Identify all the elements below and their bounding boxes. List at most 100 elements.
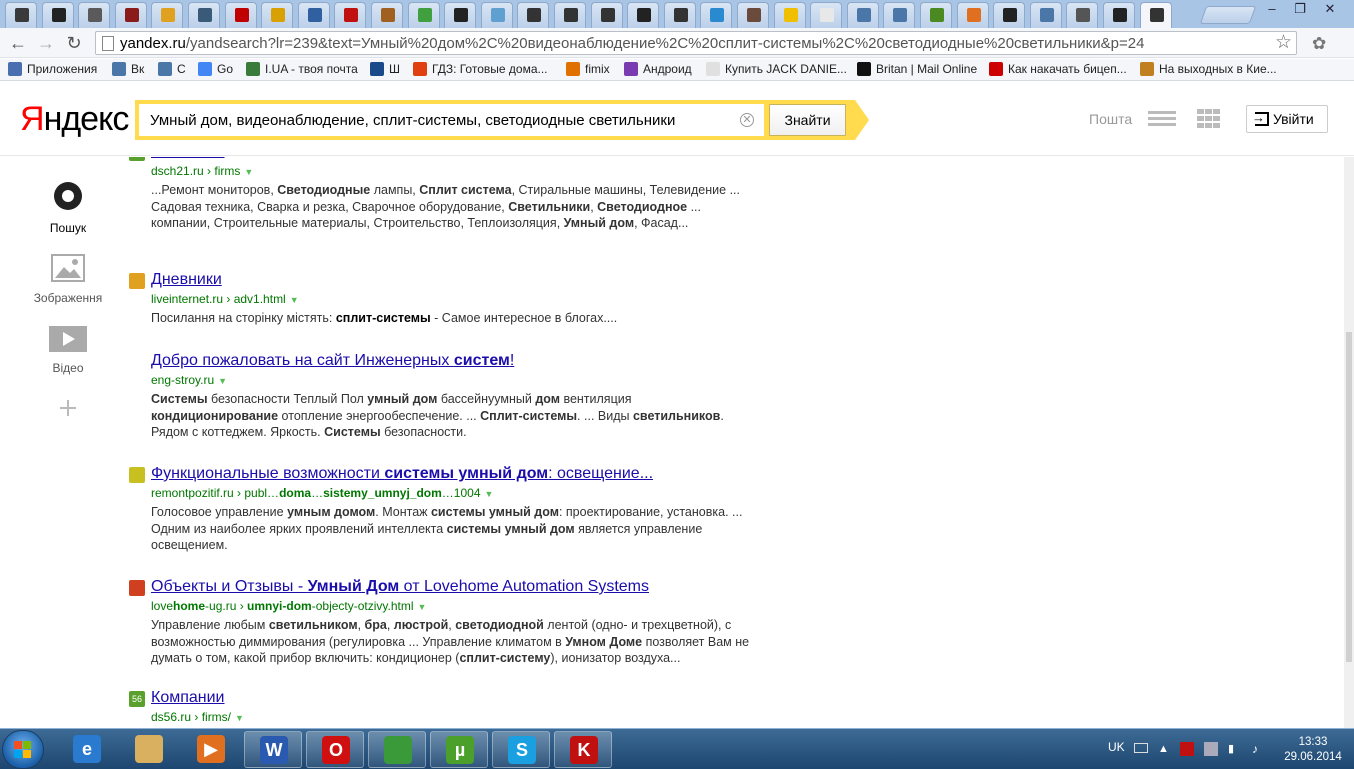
result-url[interactable]: remontpozitif.ru › publ…doma…sistemy_umn… xyxy=(151,486,493,500)
bookmark-item[interactable]: С xyxy=(158,62,186,78)
extension-icon[interactable]: ✿ xyxy=(1312,34,1330,53)
browser-tab[interactable] xyxy=(261,2,294,28)
browser-tab[interactable] xyxy=(554,2,586,28)
scrollbar[interactable] xyxy=(1344,157,1354,728)
taskbar-app-utorrent[interactable]: µ xyxy=(430,731,488,768)
url-dropdown-icon[interactable]: ▼ xyxy=(235,713,244,723)
browser-tab[interactable] xyxy=(224,2,257,28)
result-url[interactable]: lovehome-ug.ru › umnyi-dom-objecty-otziv… xyxy=(151,599,426,613)
bookmark-item[interactable]: Britan | Mail Online xyxy=(857,62,977,78)
browser-tab[interactable] xyxy=(627,2,660,28)
signal-bars-icon[interactable]: ▮ xyxy=(1228,742,1242,756)
maximize-icon[interactable]: ❐ xyxy=(1286,0,1314,20)
tray-arrow-icon[interactable]: ▲ xyxy=(1158,742,1172,756)
browser-tab[interactable] xyxy=(444,2,477,28)
result-title-link[interactable]: Функциональные возможности системы умный… xyxy=(151,465,653,483)
result-url[interactable]: ds56.ru › firms/▼ xyxy=(151,710,244,724)
taskbar-app-skype[interactable]: S xyxy=(492,731,550,768)
settings-sliders-icon[interactable] xyxy=(1148,108,1176,130)
browser-tab[interactable] xyxy=(1103,2,1135,28)
bookmark-item[interactable]: Андроид xyxy=(624,62,692,78)
close-icon[interactable]: ✕ xyxy=(1316,0,1344,20)
mail-link[interactable]: Пошта xyxy=(1089,111,1132,127)
bookmark-item[interactable]: Приложения xyxy=(8,62,97,78)
clock[interactable]: 13:33 29.06.2014 xyxy=(1283,735,1343,765)
browser-tab[interactable] xyxy=(737,2,769,28)
browser-tab[interactable] xyxy=(78,2,111,28)
antivirus-tray-icon[interactable] xyxy=(1180,742,1194,756)
browser-tab[interactable] xyxy=(1139,2,1172,28)
browser-tab[interactable] xyxy=(114,2,147,28)
bookmark-item[interactable]: I.UA - твоя почта xyxy=(246,62,358,78)
browser-tab[interactable] xyxy=(700,2,733,28)
forward-arrow-icon[interactable]: → xyxy=(34,32,58,54)
apps-grid-icon[interactable] xyxy=(1197,109,1223,129)
bookmark-item[interactable]: Go xyxy=(198,62,233,78)
browser-tab[interactable] xyxy=(1066,2,1099,28)
search-button[interactable]: Знайти xyxy=(769,104,846,136)
taskbar-app-ie[interactable]: e xyxy=(58,731,116,768)
browser-tab[interactable] xyxy=(297,2,330,28)
network-tray-icon[interactable] xyxy=(1204,742,1218,756)
minimize-icon[interactable]: – xyxy=(1258,0,1286,20)
bookmark-item[interactable]: Как накачать бицеп... xyxy=(989,62,1127,78)
taskbar-app-kaspersky[interactable]: K xyxy=(554,731,612,768)
browser-tab[interactable] xyxy=(846,2,879,28)
browser-tab[interactable] xyxy=(993,2,1026,28)
browser-tab[interactable] xyxy=(810,2,843,28)
taskbar-app-explorer[interactable] xyxy=(120,731,178,768)
browser-tab[interactable] xyxy=(773,2,806,28)
result-title-link[interactable]: Компании xyxy=(151,689,225,707)
result-title-link[interactable]: Объекты и Отзывы - Умный Дом от Lovehome… xyxy=(151,578,649,596)
yandex-logo[interactable]: Яндекс xyxy=(20,100,129,139)
bookmark-item[interactable]: Ш xyxy=(370,62,400,78)
new-tab-button[interactable] xyxy=(1199,6,1257,24)
result-url[interactable]: dsch21.ru › firms ▼ xyxy=(151,164,253,178)
address-bar[interactable]: yandex.ru/yandsearch?lr=239&text=Умный%2… xyxy=(95,31,1297,55)
bookmark-item[interactable]: fimix xyxy=(566,62,610,78)
browser-tab[interactable] xyxy=(5,2,37,28)
url-dropdown-icon[interactable]: ▼ xyxy=(485,489,494,499)
browser-tab[interactable] xyxy=(371,2,403,28)
keyboard-icon[interactable] xyxy=(1134,743,1148,753)
scrollbar-thumb[interactable] xyxy=(1346,332,1352,662)
browser-tab[interactable] xyxy=(1029,2,1062,28)
result-title-link[interactable]: Добро пожаловать на сайт Инженерных сист… xyxy=(151,352,514,370)
result-url[interactable]: eng-stroy.ru ▼ xyxy=(151,373,227,387)
bookmark-item[interactable]: На выходных в Кие... xyxy=(1140,62,1277,78)
result-title-link[interactable]: Дневники xyxy=(151,271,222,289)
reload-icon[interactable]: ↻ xyxy=(62,32,86,54)
url-dropdown-icon[interactable]: ▼ xyxy=(244,167,253,177)
taskbar-app-chrome[interactable] xyxy=(368,731,426,768)
url-dropdown-icon[interactable]: ▼ xyxy=(418,602,427,612)
volume-icon[interactable]: ♪ xyxy=(1252,742,1266,756)
browser-tab[interactable] xyxy=(883,2,916,28)
language-indicator[interactable]: UK xyxy=(1108,740,1125,754)
taskbar-app-opera[interactable]: O xyxy=(306,731,364,768)
browser-tab[interactable] xyxy=(334,2,367,28)
start-button[interactable] xyxy=(2,730,44,769)
result-title-link[interactable]: Компании xyxy=(151,157,225,161)
browser-tab[interactable] xyxy=(480,2,513,28)
browser-tab[interactable] xyxy=(590,2,623,28)
bookmark-item[interactable]: Вк xyxy=(112,62,144,78)
result-url[interactable]: liveinternet.ru › adv1.html ▼ xyxy=(151,292,299,306)
bookmark-star-icon[interactable]: ☆ xyxy=(1275,31,1292,54)
browser-tab[interactable] xyxy=(663,2,696,28)
search-input[interactable] xyxy=(139,104,764,136)
browser-tab[interactable] xyxy=(920,2,952,28)
taskbar-app-media-player[interactable]: ▶ xyxy=(182,731,240,768)
browser-tab[interactable] xyxy=(956,2,989,28)
url-dropdown-icon[interactable]: ▼ xyxy=(290,295,299,305)
taskbar-app-word[interactable]: W xyxy=(244,731,302,768)
back-arrow-icon[interactable]: ← xyxy=(6,32,30,54)
browser-tab[interactable] xyxy=(41,2,74,28)
browser-tab[interactable] xyxy=(188,2,220,28)
browser-tab[interactable] xyxy=(151,2,184,28)
bookmark-item[interactable]: Купить JACK DANIE... xyxy=(706,62,847,78)
browser-tab[interactable] xyxy=(407,2,440,28)
login-button[interactable]: → Увійти xyxy=(1246,105,1328,133)
clear-icon[interactable]: ✕ xyxy=(740,113,754,127)
url-dropdown-icon[interactable]: ▼ xyxy=(218,376,227,386)
bookmark-item[interactable]: ГДЗ: Готовые дома... xyxy=(413,62,548,78)
